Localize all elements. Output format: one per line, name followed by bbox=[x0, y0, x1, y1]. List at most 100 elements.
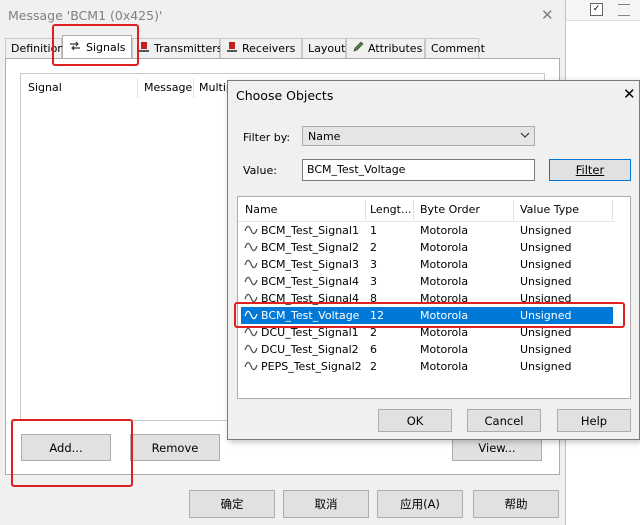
row-value-type: Unsigned bbox=[520, 309, 572, 322]
row-name: BCM_Test_Signal4 bbox=[261, 292, 359, 305]
row-value-type: Unsigned bbox=[520, 241, 572, 254]
row-length: 2 bbox=[370, 241, 377, 254]
remove-button[interactable]: Remove bbox=[130, 434, 220, 461]
signal-wave-icon bbox=[244, 309, 258, 321]
tab-attributes[interactable]: Attributes bbox=[346, 38, 425, 58]
tab-layout[interactable]: Layout bbox=[302, 38, 346, 58]
signal-wave-icon bbox=[244, 343, 258, 355]
header-divider bbox=[365, 200, 366, 220]
row-length: 3 bbox=[370, 275, 377, 288]
row-length: 12 bbox=[370, 309, 384, 322]
add-button[interactable]: Add... bbox=[21, 434, 111, 461]
list-item[interactable]: BCM_Test_Signal1 1 Motorola Unsigned bbox=[241, 222, 613, 239]
row-value-type: Unsigned bbox=[520, 326, 572, 339]
row-length: 1 bbox=[370, 224, 377, 237]
row-name: DCU_Test_Signal2 bbox=[261, 343, 359, 356]
signal-wave-icon bbox=[244, 292, 258, 304]
dialog-cancel-button[interactable]: Cancel bbox=[467, 409, 541, 432]
list-item[interactable]: BCM_Test_Signal4 8 Motorola Unsigned bbox=[241, 290, 613, 307]
tab-definition[interactable]: Definition bbox=[5, 38, 65, 58]
list-item[interactable]: DCU_Test_Signal1 2 Motorola Unsigned bbox=[241, 324, 613, 341]
row-byte-order: Motorola bbox=[420, 275, 469, 288]
tab-transmitters-label: Transmitters bbox=[154, 42, 223, 55]
signal-arrows-icon bbox=[68, 40, 82, 55]
row-value-type: Unsigned bbox=[520, 343, 572, 356]
row-value-type: Unsigned bbox=[520, 292, 572, 305]
row-byte-order: Motorola bbox=[420, 241, 469, 254]
tab-comment[interactable]: Comment bbox=[425, 38, 485, 58]
list-item[interactable]: DCU_Test_Signal2 6 Motorola Unsigned bbox=[241, 341, 613, 358]
list-item[interactable]: BCM_Test_Signal4 3 Motorola Unsigned bbox=[241, 273, 613, 290]
signal-wave-icon bbox=[244, 241, 258, 253]
row-name: DCU_Test_Signal1 bbox=[261, 326, 359, 339]
message-window-title: Message 'BCM1 (0x425)' bbox=[8, 8, 163, 23]
row-length: 2 bbox=[370, 326, 377, 339]
header-name[interactable]: Name bbox=[245, 203, 277, 216]
row-name: PEPS_Test_Signal2 bbox=[261, 360, 362, 373]
signal-wave-icon bbox=[244, 360, 258, 372]
dialog-close-icon[interactable]: ✕ bbox=[623, 85, 636, 103]
row-value-type: Unsigned bbox=[520, 275, 572, 288]
list-item[interactable]: BCM_Test_Voltage 12 Motorola Unsigned bbox=[241, 307, 613, 324]
filter-by-select[interactable]: Name bbox=[302, 126, 535, 146]
row-name: BCM_Test_Signal2 bbox=[261, 241, 359, 254]
value-label: Value: bbox=[243, 164, 277, 177]
header-divider bbox=[612, 200, 613, 220]
signal-wave-icon bbox=[244, 258, 258, 270]
tab-signals-label: Signals bbox=[86, 41, 126, 54]
row-length: 3 bbox=[370, 258, 377, 271]
row-byte-order: Motorola bbox=[420, 360, 469, 373]
ok-button[interactable]: 确定 bbox=[189, 490, 275, 518]
tab-attributes-label: Attributes bbox=[368, 42, 423, 55]
row-byte-order: Motorola bbox=[420, 326, 469, 339]
close-icon[interactable]: ✕ bbox=[541, 6, 554, 24]
header-divider bbox=[137, 78, 138, 98]
checkbox-icon[interactable]: ✓ bbox=[590, 3, 603, 16]
filter-by-value: Name bbox=[308, 130, 341, 143]
node-icon bbox=[138, 41, 150, 56]
list-item[interactable]: BCM_Test_Signal3 3 Motorola Unsigned bbox=[241, 256, 613, 273]
chevron-down-icon bbox=[520, 128, 530, 145]
header-divider bbox=[513, 200, 514, 220]
header-divider bbox=[193, 78, 194, 98]
cancel-button[interactable]: 取消 bbox=[283, 490, 369, 518]
row-length: 8 bbox=[370, 292, 377, 305]
row-name: BCM_Test_Signal4 bbox=[261, 275, 359, 288]
row-length: 6 bbox=[370, 343, 377, 356]
header-value-type[interactable]: Value Type bbox=[520, 203, 579, 216]
row-byte-order: Motorola bbox=[420, 292, 469, 305]
apply-button[interactable]: 应用(A) bbox=[377, 490, 463, 518]
header-message[interactable]: Message bbox=[144, 81, 192, 94]
toolbar-separator-icon bbox=[618, 4, 630, 16]
tab-definition-label: Definition bbox=[11, 42, 65, 55]
list-item[interactable]: BCM_Test_Signal2 2 Motorola Unsigned bbox=[241, 239, 613, 256]
value-input[interactable]: BCM_Test_Voltage bbox=[302, 159, 535, 181]
signal-wave-icon bbox=[244, 224, 258, 236]
filter-button-label: Filter bbox=[575, 163, 605, 177]
header-divider bbox=[413, 200, 414, 220]
dialog-help-button[interactable]: Help bbox=[557, 409, 631, 432]
signal-wave-icon bbox=[244, 326, 258, 338]
pencil-icon bbox=[352, 41, 364, 56]
tab-receivers[interactable]: Receivers bbox=[220, 38, 302, 58]
list-item[interactable]: PEPS_Test_Signal2 2 Motorola Unsigned bbox=[241, 358, 613, 375]
filter-by-label: Filter by: bbox=[243, 131, 291, 144]
row-name: BCM_Test_Signal3 bbox=[261, 258, 359, 271]
row-value-type: Unsigned bbox=[520, 258, 572, 271]
row-byte-order: Motorola bbox=[420, 224, 469, 237]
header-length[interactable]: Lengt... bbox=[370, 203, 411, 216]
row-byte-order: Motorola bbox=[420, 309, 469, 322]
dialog-ok-button[interactable]: OK bbox=[378, 409, 452, 432]
row-name: BCM_Test_Signal1 bbox=[261, 224, 359, 237]
tab-transmitters[interactable]: Transmitters bbox=[132, 38, 223, 58]
tab-comment-label: Comment bbox=[431, 42, 485, 55]
tab-signals[interactable]: Signals bbox=[62, 35, 132, 59]
filter-button[interactable]: Filter bbox=[549, 159, 631, 181]
signal-wave-icon bbox=[244, 275, 258, 287]
row-byte-order: Motorola bbox=[420, 258, 469, 271]
tab-receivers-label: Receivers bbox=[242, 42, 296, 55]
header-signal[interactable]: Signal bbox=[28, 81, 62, 94]
header-byte-order[interactable]: Byte Order bbox=[420, 203, 480, 216]
help-button[interactable]: 帮助 bbox=[473, 490, 559, 518]
row-byte-order: Motorola bbox=[420, 343, 469, 356]
